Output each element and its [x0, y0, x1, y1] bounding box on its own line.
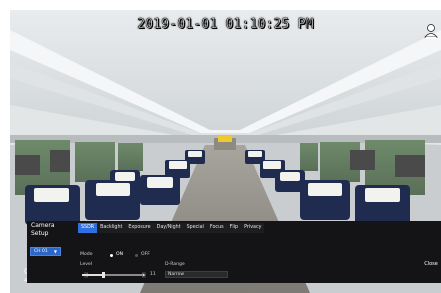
level-slider-thumb[interactable]	[101, 272, 105, 278]
level-slider[interactable]	[82, 272, 146, 278]
level-value: 11	[150, 272, 156, 277]
channel-select[interactable]: CH 01 ▼	[30, 247, 61, 256]
mode-off-label: OFF	[141, 252, 150, 257]
level-label: Level	[80, 262, 93, 267]
tab-privacy[interactable]: Privacy	[241, 223, 265, 233]
tab-focus[interactable]: Focus	[206, 223, 227, 233]
level-slider-fill	[82, 274, 104, 276]
mode-on-radio[interactable]	[110, 254, 113, 257]
mode-label: Mode	[80, 252, 93, 257]
setup-tabs: SSDR Backlight Exposure Day/Night Specia…	[78, 223, 265, 233]
user-icon[interactable]	[422, 22, 440, 40]
camera-setup-panel: Camera Setup CH 01 ▼ SSDR Backlight Expo…	[27, 221, 441, 283]
chevron-down-icon: ▼	[53, 249, 57, 254]
drange-label: D-Range	[165, 262, 185, 267]
mode-on-label: ON	[116, 252, 124, 257]
channel-value: CH 01	[34, 249, 48, 254]
mode-off-radio[interactable]	[135, 254, 138, 257]
tab-flip[interactable]: Flip	[226, 223, 242, 233]
level-increase-button[interactable]: ▶	[142, 272, 146, 278]
panel-title-line1: Camera	[31, 222, 55, 229]
tab-backlight[interactable]: Backlight	[97, 223, 126, 233]
panel-title: Camera Setup	[31, 222, 65, 238]
tab-exposure[interactable]: Exposure	[125, 223, 154, 233]
drange-value: Narrow	[168, 272, 185, 277]
tab-special[interactable]: Special	[183, 223, 207, 233]
timestamp-overlay: 2019-01-01 01:10:25 PM	[137, 17, 314, 33]
close-button[interactable]: Close	[422, 260, 440, 268]
tab-day-night[interactable]: Day/Night	[153, 223, 184, 233]
panel-title-line2: Setup	[31, 230, 49, 237]
camera-view: 2019-01-01 01:10:25 PM C 4 Camera Setup …	[10, 10, 441, 293]
drange-select[interactable]: Narrow	[165, 271, 228, 278]
tab-ssdr[interactable]: SSDR	[78, 223, 98, 233]
